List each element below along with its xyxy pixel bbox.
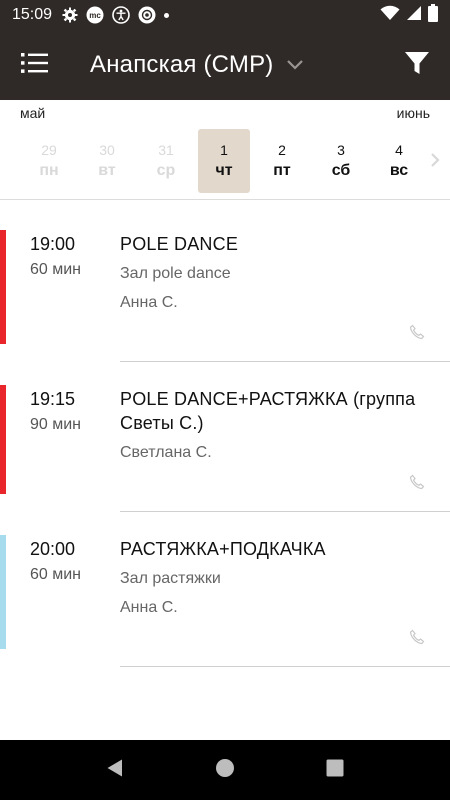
session-hall: Зал растяжки (120, 570, 221, 587)
session-card[interactable]: 19:15 90 мин POLE DANCE+РАСТЯЖКА (группа… (0, 385, 450, 513)
session-duration: 90 мин (30, 416, 82, 433)
club-selector[interactable]: Анапская (СМР) (90, 51, 304, 79)
day-weekday: пн (39, 162, 59, 179)
month-row: май июнь (0, 100, 450, 126)
date-strip: 29 пн 30 вт 31 ср 1 чт 2 пт 3 сб 4 вс (0, 126, 450, 200)
session-trainer: Светлана С. (120, 444, 212, 461)
recents-button[interactable] (315, 750, 355, 790)
session-hall: Зал pole dance (120, 265, 231, 282)
day-weekday: чт (215, 162, 233, 179)
session-duration: 60 мин (30, 261, 82, 278)
menu-list-icon (21, 52, 49, 79)
home-button[interactable] (205, 750, 245, 790)
session-divider (120, 511, 450, 512)
notification-dot-icon (164, 12, 170, 18)
status-notification-icons: mc (62, 6, 170, 24)
session-card[interactable]: 19:00 60 мин POLE DANCE Зал pole dance А… (0, 230, 450, 362)
session-trainer: Анна С. (120, 294, 178, 311)
day-weekday: ср (156, 162, 176, 179)
day-weekday: вс (389, 162, 409, 179)
chevron-down-icon (286, 58, 304, 76)
month-label-left: май (20, 105, 46, 121)
day-item-selected[interactable]: 1 чт (198, 129, 250, 193)
wifi-icon (380, 5, 400, 26)
status-bar: 15:09 mc (0, 0, 450, 30)
home-circle-icon (215, 758, 235, 783)
chevron-right-icon (430, 152, 440, 173)
day-number: 29 (41, 142, 57, 158)
day-weekday: сб (331, 162, 351, 179)
phone-icon[interactable] (408, 323, 426, 341)
settings-icon (62, 7, 78, 23)
menu-button[interactable] (0, 30, 70, 100)
next-week-button[interactable] (426, 150, 444, 174)
session-time: 20:00 (30, 539, 76, 559)
svg-text:mc: mc (89, 11, 101, 20)
day-number: 1 (220, 142, 228, 158)
session-time: 19:15 (30, 389, 76, 409)
session-color-bar (0, 385, 6, 494)
app-bar: Анапская (СМР) (0, 30, 450, 100)
month-label-right: июнь (396, 105, 430, 121)
system-nav-bar (0, 740, 450, 800)
session-title: POLE DANCE (120, 234, 239, 254)
camera-app-icon (138, 6, 156, 24)
page-title: Анапская (СМР) (90, 51, 274, 78)
status-time: 15:09 (12, 6, 53, 23)
session-divider (120, 666, 450, 667)
day-number: 4 (395, 142, 403, 158)
phone-icon[interactable] (408, 628, 426, 646)
back-button[interactable] (95, 750, 135, 790)
session-trainer: Анна С. (120, 599, 178, 616)
session-time: 19:00 (30, 234, 76, 254)
session-title: РАСТЯЖКА+ПОДКАЧКА (120, 539, 326, 559)
back-triangle-icon (105, 758, 125, 783)
day-item[interactable]: 4 вс (373, 129, 425, 193)
day-item[interactable]: 30 вт (81, 129, 133, 193)
battery-icon (428, 3, 438, 27)
signal-icon (406, 5, 422, 26)
phone-icon[interactable] (408, 473, 426, 491)
session-color-bar (0, 535, 6, 649)
filter-button[interactable] (384, 30, 450, 100)
status-system-icons (380, 3, 438, 27)
day-item[interactable]: 3 сб (315, 129, 367, 193)
day-number: 2 (278, 142, 286, 158)
day-item[interactable]: 31 ср (140, 129, 192, 193)
day-item[interactable]: 2 пт (256, 129, 308, 193)
day-number: 31 (158, 142, 174, 158)
schedule-list: 19:00 60 мин POLE DANCE Зал pole dance А… (0, 200, 450, 740)
mc-app-icon: mc (86, 6, 104, 24)
day-weekday: пт (273, 162, 291, 179)
day-number: 3 (337, 142, 345, 158)
session-duration: 60 мин (30, 566, 82, 583)
recents-square-icon (326, 759, 344, 782)
session-divider (120, 361, 450, 362)
day-item[interactable]: 29 пн (23, 129, 75, 193)
day-weekday: вт (98, 162, 116, 179)
session-color-bar (0, 230, 6, 344)
day-number: 30 (99, 142, 115, 158)
accessibility-icon (112, 6, 130, 24)
session-card[interactable]: 20:00 60 мин РАСТЯЖКА+ПОДКАЧКА Зал растя… (0, 535, 450, 667)
filter-icon (404, 50, 430, 81)
session-title: POLE DANCE+РАСТЯЖКА (группа Светы С.) (120, 389, 416, 433)
